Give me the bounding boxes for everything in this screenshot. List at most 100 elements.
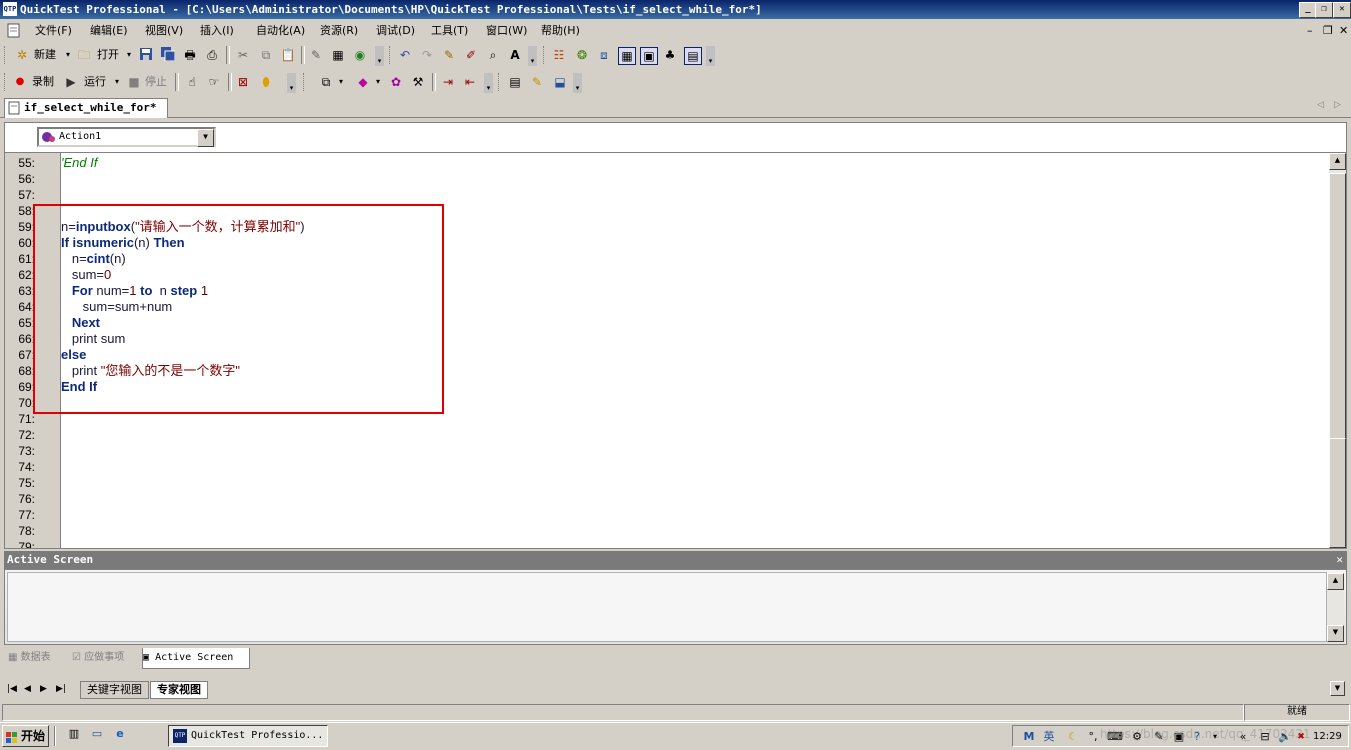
insert-checkpoint-icon[interactable]: ⧉ [318,74,334,90]
run-icon[interactable]: ▶ [63,74,79,90]
scroll-up-icon[interactable]: ▲ [1329,153,1346,170]
tab-todo[interactable]: ☑ 应做事项 [72,648,124,668]
mdi-restore-icon[interactable]: ❐ [1323,20,1333,41]
calculator-icon[interactable]: ▦ [330,47,346,63]
toolbar-grip[interactable] [4,73,8,91]
breakpoint-icon[interactable]: ⬮ [258,74,274,90]
start-button[interactable]: 开始 [2,725,49,747]
test-settings-icon[interactable]: ⬓ [552,74,568,90]
low-level-record-icon[interactable]: ☞ [206,74,222,90]
close-icon[interactable]: ✕ [1336,551,1343,569]
print-preview-icon[interactable]: 🖶 [182,47,198,63]
active-screen-scrollbar[interactable]: ▲ ▼ [1327,573,1344,642]
output-dropdown-icon[interactable]: ▾ [370,74,386,90]
stop-icon[interactable]: ■ [126,74,142,90]
open-folder-icon[interactable]: 🗀 [76,47,92,63]
tab-scroll-right-icon[interactable]: ▷ [1334,100,1341,110]
object-repository-icon[interactable]: ☷ [551,47,567,63]
close-icon[interactable]: ✕ [1333,2,1351,18]
analog-record-icon[interactable]: ☝ [184,74,200,90]
first-tab-icon[interactable]: |◀ [7,681,17,697]
menu-view[interactable]: 视图(V) [145,20,183,41]
comment-icon[interactable]: ✎ [441,47,457,63]
qtp-app-icon[interactable]: QTP [3,2,17,16]
scroll-down-icon[interactable]: ▼ [1330,681,1345,696]
toolbar-chevron-icon[interactable]: ▾ [706,46,715,66]
tab-active-screen[interactable]: ▣ Active Screen [142,648,250,669]
toolbar-grip[interactable] [303,73,307,91]
menu-debug[interactable]: 调试(D) [376,20,415,41]
menu-help[interactable]: 帮助(H) [541,20,580,41]
last-tab-icon[interactable]: ▶| [56,681,66,697]
toolbar-chevron-icon[interactable]: ▾ [573,73,582,93]
redo-icon[interactable]: ↷ [419,47,435,63]
undo-icon[interactable]: ↶ [397,47,413,63]
mdi-minimize-icon[interactable]: – [1307,20,1313,41]
prev-tab-icon[interactable]: ◀ [24,681,31,697]
ime-m-icon[interactable]: M [1021,729,1037,745]
output-value-icon[interactable]: ◆ [355,74,371,90]
new-button-label[interactable]: 新建 [34,47,56,63]
document-icon[interactable] [6,23,22,38]
open-button-label[interactable]: 打开 [97,47,119,63]
tab-expert-view[interactable]: 专家视图 [150,681,208,699]
keyword-view-icon[interactable]: ▤ [507,74,523,90]
tab-keyword-view[interactable]: 关键字视图 [80,681,149,699]
stop-button-label[interactable]: 停止 [145,74,167,90]
step-into-icon[interactable]: ⇥ [440,74,456,90]
expert-view-icon[interactable]: ✎ [529,74,545,90]
scroll-track[interactable] [1329,173,1346,439]
menu-resources[interactable]: 资源(R) [320,20,358,41]
next-tab-icon[interactable]: ▶ [40,681,47,697]
edit-properties-icon[interactable]: ✎ [308,47,324,63]
tab-scroll-left-icon[interactable]: ◁ [1317,100,1324,110]
step-generator-icon[interactable]: ⚒ [410,74,426,90]
function-icon[interactable]: ♣ [662,47,678,63]
mdi-close-icon[interactable]: ✕ [1339,20,1348,41]
menu-tools[interactable]: 工具(T) [431,20,468,41]
print-icon[interactable]: ⎙ [204,47,220,63]
scroll-down-icon[interactable]: ▼ [1327,625,1344,642]
results-icon[interactable]: ⊠ [235,74,251,90]
toolbar-grip[interactable] [389,46,393,64]
data-table-toggle-icon[interactable]: ▦ [618,47,636,65]
menu-edit[interactable]: 编辑(E) [90,20,128,41]
search-refresh-icon[interactable]: ◉ [352,47,368,63]
copy-icon[interactable]: ⧉ [258,47,274,63]
cut-icon[interactable]: ✂ [235,47,251,63]
replace-icon[interactable]: A [507,47,523,63]
toolbar-grip[interactable] [498,73,502,91]
record-button-label[interactable]: 录制 [32,74,54,90]
run-dropdown-icon[interactable]: ▾ [109,74,125,90]
new-icon[interactable]: ✲ [14,47,30,63]
record-icon[interactable]: ● [12,74,28,90]
new-dropdown-icon[interactable]: ▾ [60,47,76,63]
object-spy-icon[interactable]: ❂ [574,47,590,63]
toolbar-grip[interactable] [543,46,547,64]
task-quicktest[interactable]: QTP QuickTest Professio... [168,725,328,747]
open-dropdown-icon[interactable]: ▾ [121,47,137,63]
menu-file[interactable]: 文件(F) [35,20,72,41]
scroll-up-icon[interactable]: ▲ [1327,573,1344,590]
internet-explorer-icon[interactable]: e [112,726,128,742]
active-screen-toggle-icon[interactable]: ▣ [640,47,658,65]
toolbar-chevron-icon[interactable]: ▾ [287,73,296,93]
ime-chinese-icon[interactable]: 英 [1041,729,1057,745]
code-line[interactable]: 'End If [61,155,97,171]
menu-automation[interactable]: 自动化(A) [256,20,305,41]
test-flow-icon[interactable]: ▤ [684,47,702,65]
checkpoint-dropdown-icon[interactable]: ▾ [333,74,349,90]
active-screen-canvas[interactable]: ▲ ▼ [7,572,1344,642]
show-desktop-icon[interactable]: ▭ [89,726,105,742]
moon-icon[interactable]: ☾ [1065,729,1081,745]
scroll-thumb[interactable] [1329,438,1346,548]
menu-window[interactable]: 窗口(W) [486,20,527,41]
toolbar-grip[interactable] [4,46,8,64]
document-tab[interactable]: if_select_while_for* [4,98,168,118]
editor-vertical-scrollbar[interactable]: ▲ [1329,153,1346,548]
toolbar-chevron-icon[interactable]: ▾ [528,46,537,66]
uncomment-icon[interactable]: ✐ [463,47,479,63]
step-icon[interactable]: ✿ [388,74,404,90]
chevron-down-icon[interactable]: ▼ [197,129,214,147]
tab-data-table[interactable]: ▦ 数据表 [8,648,51,668]
